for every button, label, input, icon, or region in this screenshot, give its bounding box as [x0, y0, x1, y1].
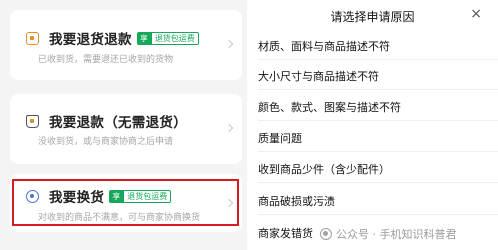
reason-item[interactable]: 质量问题	[258, 130, 302, 146]
refund-bag-icon	[26, 114, 39, 128]
refund-only-desc: 没收到货，或与商家协商之后申请	[38, 137, 174, 147]
exchange-highlight-box	[12, 179, 239, 226]
return-refund-card[interactable]: 我要退货退款 享 退货包运费 已收到货，需要退还已收到的货物	[10, 10, 242, 80]
reason-item[interactable]: 颜色、款式、图案与描述不符	[258, 99, 401, 115]
divider	[258, 120, 498, 121]
return-refund-row: 我要退货退款 享 退货包运费	[26, 28, 199, 48]
chevron-right-icon	[224, 123, 234, 133]
divider	[258, 89, 498, 90]
watermark: 公众号 · 手机知识科普君	[320, 226, 457, 242]
divider	[258, 59, 498, 60]
chevron-right-icon	[224, 39, 234, 49]
reason-panel-title: 请选择申请原因	[330, 10, 415, 24]
reason-item[interactable]: 材质、面料与商品描述不符	[258, 38, 390, 54]
reason-panel: 请选择申请原因 × 材质、面料与商品描述不符 大小尺寸与商品描述不符 颜色、款式…	[247, 0, 498, 250]
reason-item[interactable]: 商品破损或污渍	[258, 193, 335, 209]
return-refund-title: 我要退货退款	[49, 32, 132, 48]
divider	[258, 214, 498, 215]
reason-item[interactable]: 大小尺寸与商品描述不符	[258, 68, 379, 84]
refund-only-card[interactable]: 我要退款（无需退货） 没收到货，或与商家协商之后申请	[10, 94, 242, 164]
divider	[258, 182, 498, 183]
reason-item[interactable]: 收到商品少件（含少配件）	[258, 161, 390, 177]
refund-only-row: 我要退款（无需退货）	[26, 111, 187, 131]
close-icon[interactable]: ×	[470, 6, 482, 22]
return-box-icon	[26, 31, 39, 45]
divider	[258, 151, 498, 152]
refund-only-title: 我要退款（无需退货）	[49, 115, 187, 131]
watermark-text: 公众号 · 手机知识科普君	[336, 228, 457, 241]
return-options-panel: 我要退货退款 享 退货包运费 已收到货，需要退还已收到的货物 我要退款（无需退货…	[0, 0, 246, 250]
return-refund-desc: 已收到货，需要退还已收到的货物	[38, 55, 174, 65]
free-return-shipping-badge: 享 退货包运费	[136, 31, 199, 45]
reason-item[interactable]: 商家发错货	[258, 225, 313, 241]
wechat-icon	[320, 228, 332, 240]
